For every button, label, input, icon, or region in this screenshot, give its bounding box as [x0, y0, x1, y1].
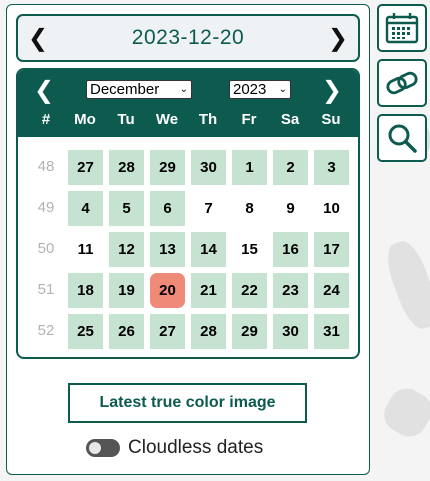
day-cell[interactable]: 27 [68, 150, 103, 185]
link-button[interactable] [377, 59, 427, 107]
day-cell[interactable]: 8 [232, 191, 267, 226]
day-cell[interactable]: 16 [273, 232, 308, 267]
cloudless-dates-row: Cloudless dates [86, 436, 263, 460]
weekday-header: Fr [241, 111, 257, 128]
day-cell[interactable]: 2 [273, 150, 308, 185]
weekday-header: Su [321, 111, 341, 128]
map-background-shape [380, 236, 430, 334]
chevron-down-icon: ⌄ [179, 84, 188, 95]
year-select-value: 2023 [233, 81, 267, 98]
year-select[interactable]: 2023 ⌄ [229, 80, 291, 99]
day-cell[interactable]: 19 [109, 273, 144, 308]
calendar-icon [385, 13, 419, 44]
day-cell[interactable]: 7 [191, 191, 226, 226]
day-cell[interactable]: 28 [191, 314, 226, 349]
day-cell[interactable]: 4 [68, 191, 103, 226]
search-icon [388, 124, 417, 153]
day-cell[interactable]: 28 [109, 150, 144, 185]
day-cell[interactable]: 9 [273, 191, 308, 226]
calendar-header: ❮ December ⌄ 2023 ⌄ ❯ # Mo Tu We Th Fr Sa Su [18, 70, 358, 137]
search-button[interactable] [377, 114, 427, 162]
day-cell[interactable]: 15 [232, 232, 267, 267]
day-cell[interactable]: 17 [314, 232, 349, 267]
toggle-knob [89, 442, 101, 454]
day-cell[interactable]: 23 [273, 273, 308, 308]
day-cell[interactable]: 26 [109, 314, 144, 349]
latest-true-color-image-button[interactable]: Latest true color image [68, 383, 307, 423]
link-icon [386, 71, 418, 95]
date-navigation-bar: ❮ 2023-12-20 ❯ [16, 14, 360, 62]
day-cell[interactable]: 22 [232, 273, 267, 308]
day-cell[interactable]: 29 [150, 150, 185, 185]
weekday-header: Mo [74, 111, 96, 128]
day-cell[interactable]: 18 [68, 273, 103, 308]
day-cell[interactable]: 13 [150, 232, 185, 267]
date-picker: ❮ December ⌄ 2023 ⌄ ❯ # Mo Tu We Th Fr Sa Su 4… [16, 68, 360, 359]
day-cell[interactable]: 24 [314, 273, 349, 308]
day-cell[interactable]: 30 [273, 314, 308, 349]
previous-month-button[interactable]: ❮ [34, 76, 54, 104]
weekday-header: Th [198, 111, 218, 128]
week-number: 49 [37, 199, 55, 216]
day-cell[interactable]: 3 [314, 150, 349, 185]
previous-date-button[interactable]: ❮ [18, 24, 58, 52]
week-number: 50 [37, 240, 55, 257]
day-cell[interactable]: 5 [109, 191, 144, 226]
day-cell[interactable]: 11 [68, 232, 103, 267]
month-select[interactable]: December ⌄ [86, 80, 192, 99]
day-cell[interactable]: 21 [191, 273, 226, 308]
weekday-header: Sa [280, 111, 300, 128]
week-number: 51 [37, 281, 55, 298]
day-cell[interactable]: 14 [191, 232, 226, 267]
week-number: 52 [37, 322, 55, 339]
chevron-down-icon: ⌄ [278, 84, 287, 95]
cloudless-dates-label: Cloudless dates [128, 437, 264, 458]
calendar-panel: ❮ 2023-12-20 ❯ ❮ December ⌄ 2023 ⌄ ❯ # M… [6, 4, 370, 475]
day-cell[interactable]: 29 [232, 314, 267, 349]
calendar-button[interactable] [377, 4, 427, 52]
week-number: 48 [37, 158, 55, 175]
next-month-button[interactable]: ❯ [322, 76, 342, 104]
week-number-header: # [41, 111, 51, 128]
weekday-header: Tu [117, 111, 135, 128]
day-cell[interactable]: 27 [150, 314, 185, 349]
selected-day-cell[interactable]: 20 [150, 273, 185, 308]
day-cell[interactable]: 25 [68, 314, 103, 349]
current-date: 2023-12-20 [131, 26, 245, 49]
day-cell[interactable]: 30 [191, 150, 226, 185]
cloudless-dates-toggle[interactable] [86, 439, 120, 457]
day-cell[interactable]: 1 [232, 150, 267, 185]
weekday-header: We [155, 111, 179, 128]
day-cell[interactable]: 10 [314, 191, 349, 226]
map-background-shape [377, 382, 430, 443]
day-cell[interactable]: 6 [150, 191, 185, 226]
day-cell[interactable]: 12 [109, 232, 144, 267]
day-cell[interactable]: 31 [314, 314, 349, 349]
month-select-value: December [90, 81, 160, 98]
next-date-button[interactable]: ❯ [318, 24, 358, 52]
